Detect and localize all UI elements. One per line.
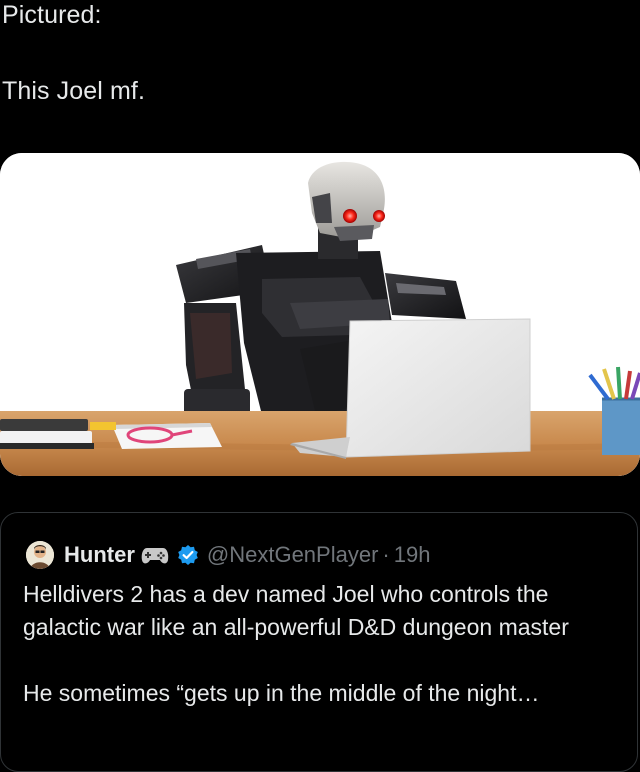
separator-dot: · xyxy=(382,542,390,567)
gamepad-icon xyxy=(141,544,169,566)
quoted-tweet-header: Hunter @NextGenPlayer · 19h xyxy=(26,541,430,569)
verified-icon[interactable] xyxy=(177,544,199,566)
avatar[interactable] xyxy=(26,541,54,569)
notebook-stack xyxy=(0,419,94,449)
quoted-tweet-paragraph-1: Helldivers 2 has a dev named Joel who co… xyxy=(23,581,569,640)
quoted-tweet-paragraph-2: He sometimes “gets up in the middle of t… xyxy=(23,680,540,706)
post-caption-line-2: This Joel mf. xyxy=(2,77,145,105)
robot-at-desk-illustration xyxy=(0,153,640,476)
user-handle[interactable]: @NextGenPlayer xyxy=(207,542,379,568)
timestamp[interactable]: 19h xyxy=(394,542,431,568)
post-caption-line-1: Pictured: xyxy=(2,1,102,29)
post-image[interactable] xyxy=(0,153,640,476)
display-name[interactable]: Hunter xyxy=(64,542,135,568)
quoted-tweet-text: Helldivers 2 has a dev named Joel who co… xyxy=(23,578,623,710)
